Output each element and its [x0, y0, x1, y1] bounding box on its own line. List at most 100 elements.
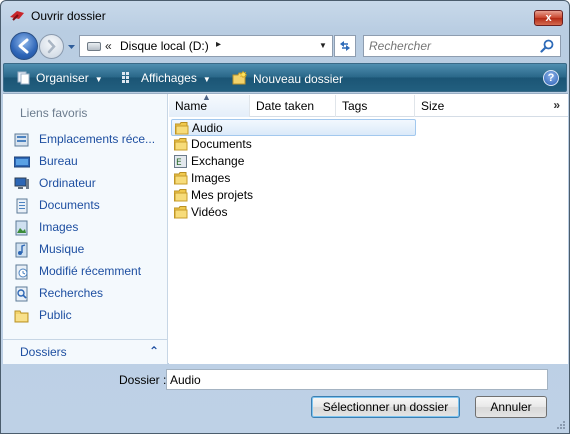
organize-menu[interactable]: Organiser ▼ — [16, 70, 103, 87]
file-name: Images — [191, 171, 231, 185]
views-icon — [122, 72, 129, 83]
list-item[interactable]: Audio — [171, 119, 416, 136]
content-area: Liens favoris Emplacements réce... Burea… — [3, 92, 568, 364]
new-folder-button[interactable]: Nouveau dossier — [232, 70, 343, 87]
resize-grip-icon[interactable] — [556, 420, 566, 430]
address-overflow-chevron[interactable]: « — [105, 39, 112, 53]
searches-icon — [15, 286, 28, 302]
column-header-date-taken[interactable]: Date taken — [250, 95, 336, 117]
address-dropdown-button[interactable]: ▼ — [314, 35, 333, 57]
chevron-up-icon: ⌃ — [148, 344, 159, 358]
column-header-name[interactable]: ▲ Name — [169, 92, 250, 117]
views-label: Affichages — [141, 71, 197, 85]
svg-text:E: E — [176, 158, 182, 168]
views-caret-icon: ▼ — [202, 75, 211, 84]
music-icon — [15, 242, 28, 258]
organize-caret-icon: ▼ — [94, 75, 103, 84]
open-folder-dialog: Ouvrir dossier x « Disque local (D:) ▸ ▼ — [0, 0, 570, 434]
file-list: Audio Documents E Exchange Images Mes pr… — [169, 119, 568, 221]
desktop-icon — [14, 156, 30, 168]
organize-icon — [17, 71, 30, 85]
select-folder-button[interactable]: Sélectionner un dossier — [311, 396, 460, 418]
list-item[interactable]: Images — [171, 170, 416, 187]
exchange-folder-icon: E — [174, 155, 187, 168]
column-header-size[interactable]: Size — [415, 95, 539, 117]
sidebar-item-searches[interactable]: Recherches — [3, 283, 167, 305]
column-header-label: Size — [421, 99, 445, 113]
folder-icon — [174, 138, 188, 151]
folder-field-label: Dossier : — [119, 373, 167, 387]
computer-icon — [14, 177, 29, 189]
folder-icon — [174, 206, 188, 219]
sort-ascending-icon: ▲ — [202, 92, 211, 102]
column-headers: ▲ Name Date taken Tags Size » — [169, 92, 568, 117]
sidebar-item-public[interactable]: Public — [3, 305, 167, 327]
file-name: Vidéos — [191, 205, 228, 219]
sidebar-item-images[interactable]: Images — [3, 217, 167, 239]
folder-icon — [175, 122, 189, 135]
sidebar-item-music[interactable]: Musique — [3, 239, 167, 261]
recent-pages-dropdown-icon[interactable] — [67, 42, 76, 51]
refresh-icon — [340, 41, 350, 51]
list-item[interactable]: Vidéos — [171, 204, 416, 221]
new-folder-label: Nouveau dossier — [253, 72, 344, 86]
column-header-label: Date taken — [256, 99, 315, 113]
window-title: Ouvrir dossier — [31, 9, 106, 23]
column-header-label: Tags — [342, 99, 368, 113]
sidebar-item-computer[interactable]: Ordinateur — [3, 173, 167, 195]
new-folder-icon — [232, 70, 248, 85]
search-box[interactable] — [363, 35, 561, 57]
title-bar: Ouvrir dossier x — [1, 1, 569, 29]
favorite-links-list: Emplacements réce... Bureau Ordinateur D… — [3, 129, 167, 327]
list-item[interactable]: E Exchange — [171, 153, 416, 170]
folders-label: Dossiers — [20, 345, 67, 359]
sidebar-item-documents[interactable]: Documents — [3, 195, 167, 217]
file-list-pane: ▲ Name Date taken Tags Size » Audio Docu… — [169, 92, 568, 364]
folder-icon — [174, 172, 188, 185]
pictures-icon — [15, 220, 28, 236]
recent-places-icon — [14, 133, 29, 147]
more-columns-button[interactable]: » — [553, 98, 560, 112]
list-item[interactable]: Documents — [171, 136, 416, 153]
folder-name-input[interactable] — [166, 369, 548, 390]
back-button[interactable] — [10, 32, 38, 60]
search-icon[interactable] — [540, 39, 554, 53]
folders-toggle[interactable]: Dossiers ⌃ — [3, 339, 167, 364]
command-toolbar: Organiser ▼ Affichages ▼ Nouveau dossier ? — [3, 63, 567, 92]
file-name: Exchange — [191, 154, 245, 168]
sidebar-item-label: Public — [39, 308, 72, 322]
views-menu[interactable]: Affichages ▼ — [121, 70, 211, 87]
public-folder-icon — [14, 310, 29, 323]
sidebar-item-label: Ordinateur — [39, 176, 96, 190]
navigation-pane: Liens favoris Emplacements réce... Burea… — [3, 94, 168, 364]
address-bar[interactable]: « Disque local (D:) ▸ — [79, 35, 332, 57]
list-item[interactable]: Mes projets — [171, 187, 416, 204]
forward-arrow-icon — [47, 39, 56, 54]
sidebar-item-label: Recherches — [39, 286, 104, 300]
sidebar-item-recently-changed[interactable]: Modifié récemment — [3, 261, 167, 283]
cancel-button[interactable]: Annuler — [475, 396, 547, 418]
help-button[interactable]: ? — [543, 70, 559, 86]
sidebar-item-recent-places[interactable]: Emplacements réce... — [3, 129, 167, 151]
address-path[interactable]: Disque local (D:) — [120, 39, 209, 53]
forward-button[interactable] — [39, 34, 64, 59]
address-breadcrumb-arrow[interactable]: ▸ — [216, 39, 221, 50]
documents-icon — [16, 198, 28, 214]
close-button[interactable]: x — [534, 10, 563, 26]
drive-icon — [87, 42, 101, 51]
file-name: Documents — [191, 137, 252, 151]
refresh-button[interactable] — [334, 35, 356, 57]
favorite-links-heading: Liens favoris — [20, 106, 88, 120]
search-input[interactable] — [369, 38, 534, 54]
sidebar-item-label: Modifié récemment — [39, 264, 142, 278]
sidebar-item-label: Emplacements réce... — [39, 132, 156, 146]
back-arrow-icon — [18, 38, 29, 54]
sidebar-item-desktop[interactable]: Bureau — [3, 151, 167, 173]
file-name: Mes projets — [191, 188, 254, 202]
sidebar-item-label: Bureau — [39, 154, 78, 168]
organize-label: Organiser — [36, 71, 89, 85]
column-header-tags[interactable]: Tags — [336, 95, 415, 117]
sidebar-item-label: Documents — [39, 198, 100, 212]
app-icon — [10, 11, 24, 21]
folder-icon — [174, 189, 188, 202]
